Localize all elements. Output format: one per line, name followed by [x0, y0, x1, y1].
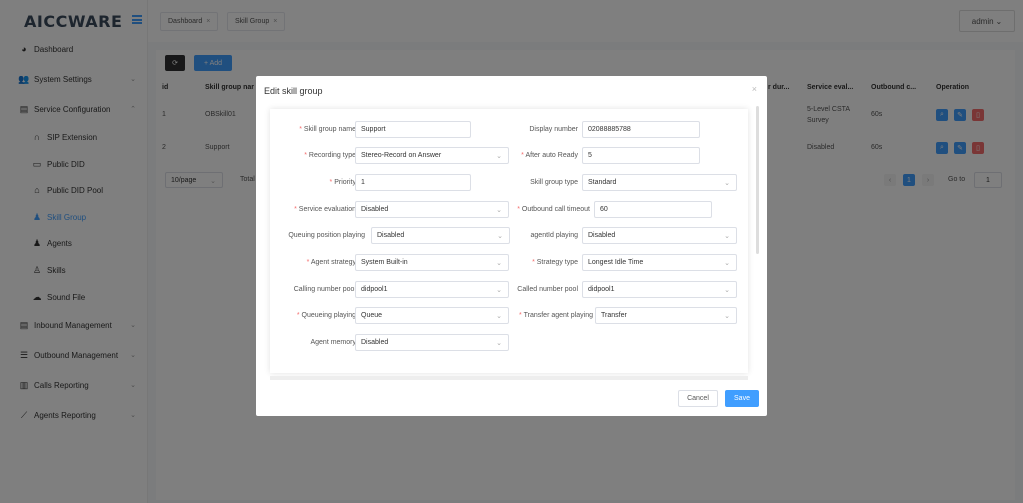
chevron-down-icon: ⌄	[724, 260, 730, 267]
outbound-call-timeout-label: * Outbound call timeout	[517, 206, 590, 213]
transfer-agent-playing-label: * Transfer agent playing	[519, 312, 593, 319]
save-button[interactable]: Save	[725, 390, 759, 407]
agentid-playing-label: agentId playing	[530, 232, 578, 239]
calling-number-pool-select[interactable]: didpool1 ⌄	[355, 281, 509, 298]
strategy-type-label: * Strategy type	[532, 259, 578, 266]
chevron-down-icon: ⌄	[724, 287, 730, 294]
queueing-playing-select[interactable]: Queue ⌄	[355, 307, 509, 324]
queueing-playing-label: * Queueing playing	[296, 312, 356, 319]
chevron-down-icon: ⌄	[724, 233, 730, 240]
queuing-position-playing-label: Queuing position playing	[288, 232, 365, 239]
agent-strategy-select[interactable]: System Built-in ⌄	[355, 254, 509, 271]
skill-group-name-input[interactable]: Support	[355, 121, 471, 138]
chevron-down-icon: ⌄	[724, 180, 730, 187]
priority-input[interactable]: 1	[355, 174, 471, 191]
queuing-position-playing-value: Disabled	[377, 232, 405, 239]
agent-memory-value: Disabled	[361, 339, 389, 346]
recording-type-label: * Recording type	[304, 152, 356, 159]
close-icon[interactable]: ×	[752, 84, 757, 94]
calling-number-pool-label: Calling number pool	[293, 286, 356, 293]
vertical-scrollbar[interactable]	[756, 106, 759, 254]
agent-memory-label: Agent memory	[310, 339, 356, 346]
chevron-down-icon: ⌄	[496, 207, 502, 214]
skill-group-type-select[interactable]: Standard ⌄	[582, 174, 737, 191]
chevron-down-icon: ⌄	[496, 287, 502, 294]
skill-group-name-label: * Skill group name	[299, 126, 356, 133]
agent-strategy-value: System Built-in	[361, 259, 408, 266]
chevron-down-icon: ⌄	[496, 153, 502, 160]
strategy-type-value: Longest Idle Time	[588, 259, 644, 266]
skill-group-type-value: Standard	[588, 179, 617, 186]
strategy-type-select[interactable]: Longest Idle Time ⌄	[582, 254, 737, 271]
calling-number-pool-value: didpool1	[361, 286, 388, 293]
edit-skill-group-dialog: Edit skill group × * Skill group name Su…	[256, 76, 767, 416]
chevron-down-icon: ⌄	[496, 260, 502, 267]
after-auto-ready-input[interactable]: 5	[582, 147, 700, 164]
dialog-title: Edit skill group	[264, 86, 323, 96]
recording-type-select[interactable]: Stereo-Record on Answer ⌄	[355, 147, 509, 164]
form-area: * Skill group name Support Display numbe…	[270, 109, 748, 373]
cancel-button[interactable]: Cancel	[678, 390, 718, 407]
agent-memory-select[interactable]: Disabled ⌄	[355, 334, 509, 351]
display-number-input[interactable]: 02088885788	[582, 121, 700, 138]
agent-strategy-label: * Agent strategy	[306, 259, 356, 266]
after-auto-ready-label: * After auto Ready	[521, 152, 578, 159]
priority-label: * Priority	[329, 179, 356, 186]
agentid-playing-value: Disabled	[588, 232, 616, 239]
queuing-position-playing-select[interactable]: Disabled ⌄	[371, 227, 510, 244]
called-number-pool-label: Called number pool	[517, 286, 578, 293]
queueing-playing-value: Queue	[361, 312, 383, 319]
transfer-agent-playing-value: Transfer	[601, 312, 627, 319]
outbound-call-timeout-input[interactable]: 60	[594, 201, 712, 218]
display-number-label: Display number	[529, 126, 578, 133]
called-number-pool-value: didpool1	[588, 286, 615, 293]
agentid-playing-select[interactable]: Disabled ⌄	[582, 227, 737, 244]
transfer-agent-playing-select[interactable]: Transfer ⌄	[595, 307, 737, 324]
skill-group-type-label: Skill group type	[530, 179, 578, 186]
service-evaluation-label: * Service evaluation	[294, 206, 356, 213]
chevron-down-icon: ⌄	[497, 233, 503, 240]
chevron-down-icon: ⌄	[496, 340, 502, 347]
horizontal-scrollbar[interactable]	[270, 376, 748, 380]
service-evaluation-select[interactable]: Disabled ⌄	[355, 201, 509, 218]
called-number-pool-select[interactable]: didpool1 ⌄	[582, 281, 737, 298]
service-evaluation-value: Disabled	[361, 206, 389, 213]
chevron-down-icon: ⌄	[496, 313, 502, 320]
recording-type-value: Stereo-Record on Answer	[361, 152, 442, 159]
chevron-down-icon: ⌄	[724, 313, 730, 320]
